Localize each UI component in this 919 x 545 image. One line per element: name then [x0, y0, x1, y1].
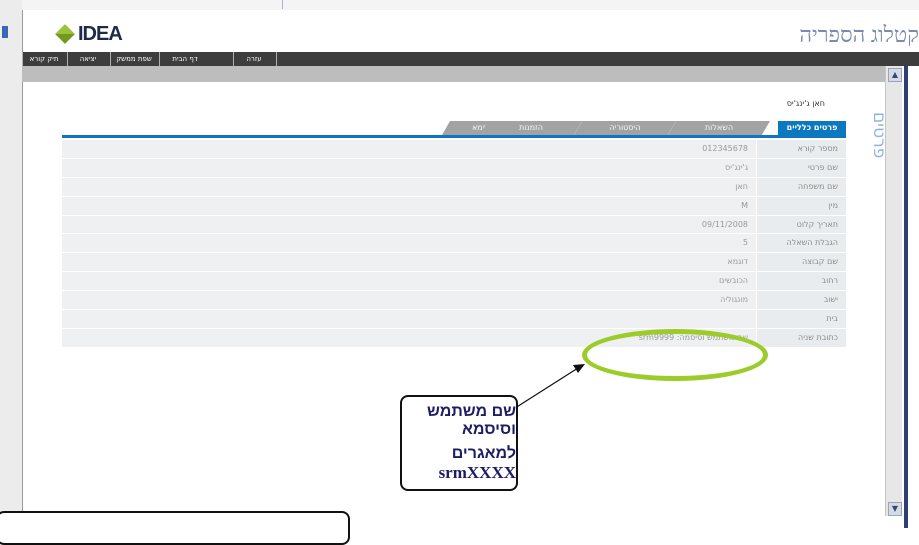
callout-hebrew-text: למאגרים [451, 445, 516, 462]
callout-english-text: srmXXXX [438, 463, 516, 482]
annotation-callout: שם משתמש וסיסמא למאגרים srmXXXX [400, 395, 518, 491]
callout-line-1: שם משתמש וסיסמא [426, 403, 516, 438]
callout-line-2: למאגרים srmXXXX [402, 445, 516, 483]
bottom-callout-box [0, 511, 350, 545]
